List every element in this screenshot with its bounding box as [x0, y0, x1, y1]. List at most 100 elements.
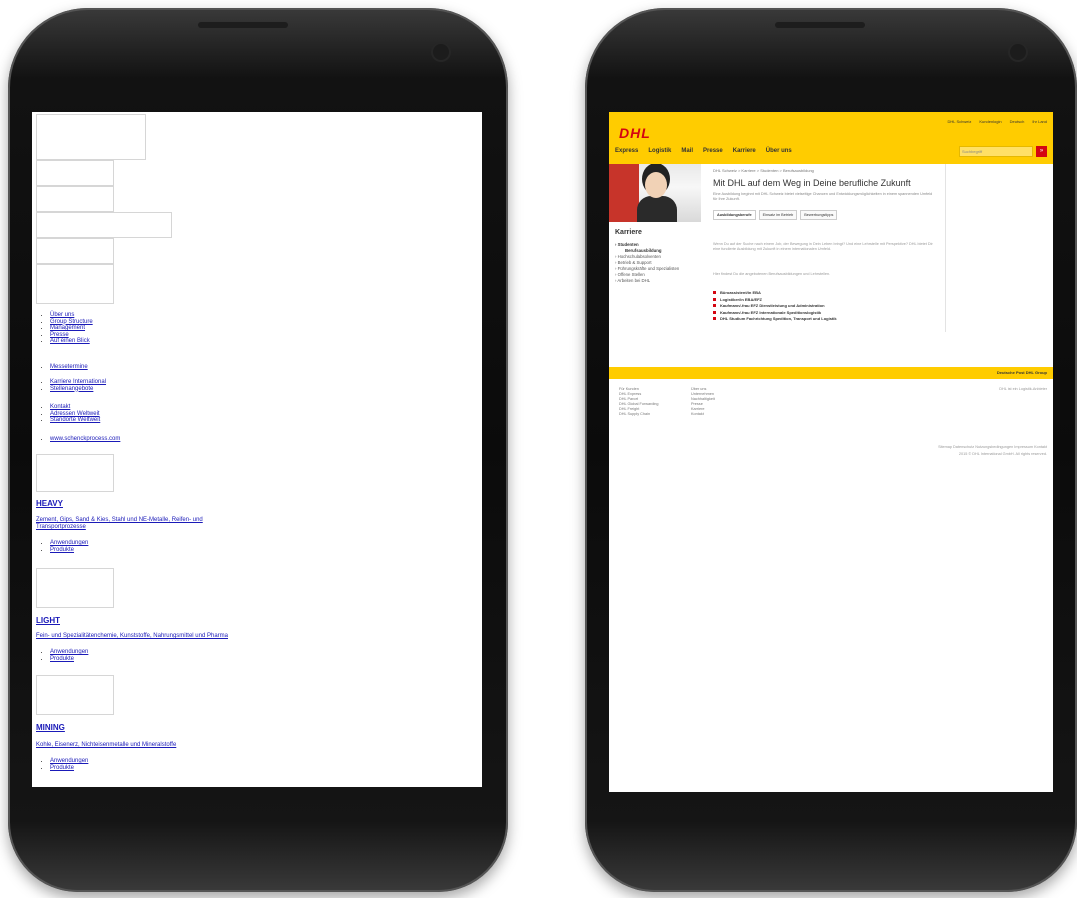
link-external-site[interactable]: www.schenckprocess.com	[50, 436, 120, 442]
list-item[interactable]: DHL Studium Fachrichtung Spedition, Tran…	[713, 316, 837, 323]
section-links-heavy: Anwendungen Produkte	[32, 540, 88, 553]
section-title-heavy[interactable]: HEAVY	[36, 499, 63, 508]
search-button[interactable]: »	[1036, 146, 1047, 157]
page-title: Mit DHL auf dem Weg in Deine berufliche …	[713, 178, 911, 188]
sidebar-item-arbeiten-bei-dhl[interactable]: › Arbeiten bei DHL	[615, 278, 679, 284]
section-title-light[interactable]: LIGHT	[36, 616, 60, 625]
footer-bar-label: Deutsche Post DHL Group	[996, 370, 1047, 375]
red-square-bullet-icon	[713, 291, 716, 295]
front-camera	[433, 44, 449, 60]
link-presse[interactable]: Presse	[50, 332, 69, 338]
body-paragraph: Hier findest Du die angebotenen Berufsau…	[713, 272, 831, 276]
left-phone: Über uns Group Structure Management Pres…	[8, 8, 508, 892]
speaker-grille	[775, 22, 865, 28]
image-placeholder	[36, 568, 114, 608]
top-link-region[interactable]: Ihr Land	[1032, 119, 1047, 124]
dhl-logo[interactable]: DHL	[619, 125, 651, 141]
left-screen: Über uns Group Structure Management Pres…	[32, 112, 482, 787]
footer-copyright: 2015 © DHL International GmbH. All right…	[958, 452, 1047, 456]
speaker-grille	[198, 22, 288, 28]
link-produkte[interactable]: Produkte	[50, 656, 74, 662]
breadcrumb[interactable]: DHL Schweiz > Karriere > Studenten > Ber…	[713, 168, 814, 173]
image-placeholder	[36, 454, 114, 492]
hero-person-body	[637, 196, 677, 222]
link-anwendungen[interactable]: Anwendungen	[50, 649, 88, 655]
link-group-structure[interactable]: Group Structure	[50, 319, 93, 325]
link-karriere-international[interactable]: Karriere International	[50, 379, 106, 385]
sidebar-title: Karriere	[615, 229, 642, 236]
intro-text: Eine Ausbildung beginnt mit DHL Schweiz …	[713, 192, 933, 201]
link-adressen-weltweit[interactable]: Adressen Weltweit	[50, 411, 100, 417]
section-links-light: Anwendungen Produkte	[32, 649, 88, 662]
right-screen: DHL DHL Schweiz Kundenlogin Deutsch Ihr …	[609, 112, 1053, 792]
column-divider	[945, 164, 946, 332]
tab-bewerbungstipps[interactable]: Bewerbungstipps	[800, 210, 838, 220]
link-anwendungen[interactable]: Anwendungen	[50, 540, 88, 546]
main-nav: Express Logistik Mail Presse Karriere Üb…	[615, 148, 792, 154]
nav-karriere[interactable]: Karriere	[733, 148, 756, 154]
image-placeholder	[36, 114, 146, 160]
site-header: DHL DHL Schweiz Kundenlogin Deutsch Ihr …	[609, 112, 1053, 164]
footer-bar: Deutsche Post DHL Group	[609, 367, 1053, 379]
left-webpage: Über uns Group Structure Management Pres…	[32, 112, 482, 787]
nav-logistik[interactable]: Logistik	[648, 148, 671, 154]
hero-image	[609, 164, 701, 222]
nav-ueber-uns[interactable]: Über uns	[766, 148, 792, 154]
link-anwendungen[interactable]: Anwendungen	[50, 758, 88, 764]
hero-person-head	[645, 172, 667, 198]
section-title-mining[interactable]: MINING	[36, 723, 65, 732]
dhl-webpage: DHL DHL Schweiz Kundenlogin Deutsch Ihr …	[609, 112, 1053, 792]
front-camera	[1010, 44, 1026, 60]
link-standorte-weltweit[interactable]: Standorte Weltweit	[50, 417, 100, 423]
footer-column-company: Über uns Unternehmen Nachhaltigkeit Pres…	[691, 387, 715, 417]
section-desc-heavy[interactable]: Zement, Gips, Sand & Kies, Stahl und NE-…	[36, 517, 206, 531]
red-square-bullet-icon	[713, 317, 716, 321]
link-stellenangebote[interactable]: Stellenangebote	[50, 386, 93, 392]
link-produkte[interactable]: Produkte	[50, 547, 74, 553]
nav-links-external: www.schenckprocess.com	[32, 436, 120, 443]
footer-legal-links[interactable]: Sitemap Datenschutz Nutzungsbedingungen …	[938, 445, 1047, 449]
top-links: DHL Schweiz Kundenlogin Deutsch Ihr Land	[948, 119, 1047, 124]
top-link-country[interactable]: DHL Schweiz	[948, 119, 972, 124]
tab-einsatz-im-betrieb[interactable]: Einsatz im Betrieb	[758, 210, 798, 220]
link-management[interactable]: Management	[50, 325, 85, 331]
red-square-bullet-icon	[713, 297, 716, 301]
right-phone: DHL DHL Schweiz Kundenlogin Deutsch Ihr …	[585, 8, 1077, 892]
sidebar-nav: › Studenten Berufsausbildung › Hochschul…	[615, 242, 679, 284]
nav-express[interactable]: Express	[615, 148, 638, 154]
section-links-mining: Anwendungen Produkte	[32, 758, 88, 771]
top-link-login[interactable]: Kundenlogin	[979, 119, 1001, 124]
content-tabs: Ausbildungsberufe Einsatz im Betrieb Bew…	[713, 210, 838, 220]
body-paragraph: Wenn Du auf der Suche nach einem Job, de…	[713, 242, 933, 251]
image-placeholder	[36, 212, 172, 238]
link-kontakt[interactable]: Kontakt	[50, 404, 70, 410]
red-square-bullet-icon	[713, 310, 716, 314]
footer-tagline: DHL ist ein Logistik-Anbieter	[999, 387, 1047, 391]
image-placeholder	[36, 264, 114, 304]
link-auf-einen-blick[interactable]: Auf einen Blick	[50, 338, 90, 344]
section-desc-mining[interactable]: Kohle, Eisenerz, Nichteisenmetalle und M…	[36, 742, 456, 749]
nav-links-contact: Kontakt Adressen Weltweit Standorte Welt…	[32, 404, 100, 424]
nav-presse[interactable]: Presse	[703, 148, 723, 154]
image-placeholder	[36, 186, 114, 212]
red-square-bullet-icon	[713, 304, 716, 308]
top-link-language[interactable]: Deutsch	[1010, 119, 1025, 124]
footer-link[interactable]: Kontakt	[691, 412, 715, 417]
nav-links-careers: Karriere International Stellenangebote	[32, 379, 106, 392]
link-produkte[interactable]: Produkte	[50, 765, 74, 771]
nav-mail[interactable]: Mail	[681, 148, 693, 154]
link-messetermine[interactable]: Messetermine	[50, 364, 88, 370]
footer-column-customers: Für Kunden DHL Express DHL Parcel DHL Gl…	[619, 387, 659, 417]
search-input[interactable]: Suchbegriff	[959, 146, 1033, 157]
image-placeholder	[36, 675, 114, 715]
nav-links-about: Über uns Group Structure Management Pres…	[32, 312, 93, 345]
link-ueber-uns[interactable]: Über uns	[50, 312, 74, 318]
section-desc-light[interactable]: Fein- und Spezialitätenchemie, Kunststof…	[36, 633, 456, 640]
nav-links-events: Messetermine	[32, 364, 88, 371]
apprenticeship-links: Büroassistent/in EBA Logistiker/in EBA/E…	[713, 290, 837, 323]
image-placeholder	[36, 160, 114, 186]
image-placeholder	[36, 238, 114, 264]
footer-link[interactable]: DHL Supply Chain	[619, 412, 659, 417]
hero-background-accent	[609, 164, 639, 222]
tab-ausbildungsberufe[interactable]: Ausbildungsberufe	[713, 210, 756, 220]
